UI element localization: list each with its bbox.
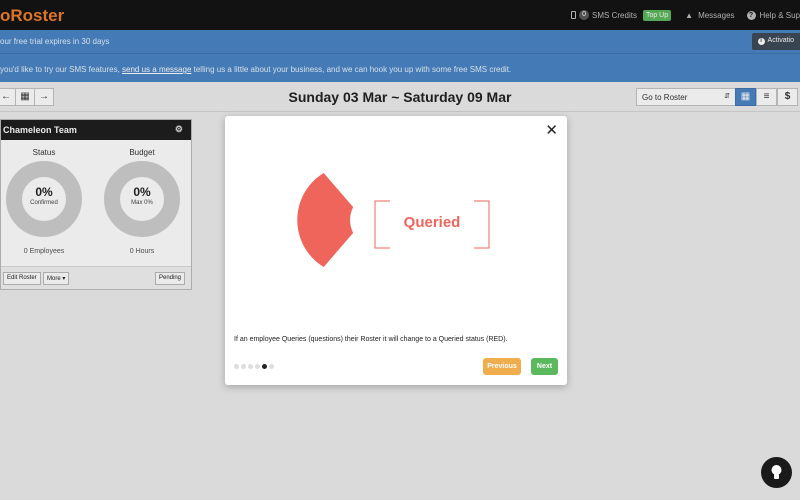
onboarding-modal: ✕ Queried If an employee Queries (questi… bbox=[225, 116, 567, 385]
modal-description: If an employee Queries (questions) their… bbox=[234, 336, 508, 343]
step-dot[interactable] bbox=[248, 364, 253, 369]
lightbulb-help-button[interactable] bbox=[761, 457, 792, 488]
queried-status-label: Queried bbox=[403, 214, 461, 231]
queried-arc-shape bbox=[297, 173, 354, 267]
step-dot[interactable] bbox=[234, 364, 239, 369]
step-dot[interactable] bbox=[262, 364, 267, 369]
step-indicator bbox=[234, 364, 276, 369]
step-dot[interactable] bbox=[255, 364, 260, 369]
step-dot[interactable] bbox=[269, 364, 274, 369]
next-button[interactable]: Next bbox=[531, 358, 558, 375]
lightbulb-icon bbox=[771, 465, 782, 479]
step-dot[interactable] bbox=[241, 364, 246, 369]
previous-button[interactable]: Previous bbox=[483, 358, 521, 375]
